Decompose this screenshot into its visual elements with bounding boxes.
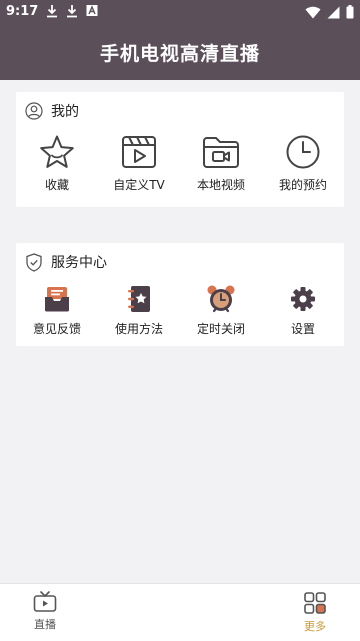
favorites-label: 收藏 bbox=[44, 178, 69, 192]
settings-button[interactable]: 设置 bbox=[262, 283, 344, 337]
nav-live-tab[interactable]: 直播 bbox=[15, 591, 75, 632]
grid-icon bbox=[304, 592, 326, 614]
favorites-button[interactable]: 收藏 bbox=[16, 134, 98, 193]
mine-header: 我的 bbox=[25, 101, 79, 121]
timer-off-button[interactable]: 定时关闭 bbox=[180, 283, 262, 337]
wifi-icon bbox=[305, 6, 321, 18]
status-time: 9:17 bbox=[6, 4, 39, 19]
my-reservations-button[interactable]: 我的预约 bbox=[262, 134, 344, 193]
service-title: 服务中心 bbox=[51, 255, 107, 271]
alarm-clock-icon bbox=[207, 285, 235, 313]
clapper-icon bbox=[122, 136, 156, 168]
clock-icon bbox=[286, 135, 320, 169]
settings-label: 设置 bbox=[290, 322, 315, 336]
folder-video-icon bbox=[203, 137, 239, 168]
mine-card: 我的 收藏 自定义TV 本地视频 我的预约 bbox=[16, 92, 344, 207]
a-icon bbox=[86, 5, 98, 16]
page-title: 手机电视高清直播 bbox=[99, 42, 260, 65]
service-card: 服务中心 意见反馈 使用方法 定时关闭 设置 bbox=[16, 243, 344, 346]
my-reservations-label: 我的预约 bbox=[278, 178, 327, 192]
bottom-nav: 直播 更多 bbox=[0, 583, 360, 641]
tv-icon bbox=[33, 591, 57, 612]
custom-tv-button[interactable]: 自定义TV bbox=[98, 134, 180, 193]
shield-check-icon bbox=[26, 252, 42, 272]
mine-title: 我的 bbox=[51, 104, 79, 120]
nav-more-tab[interactable]: 更多 bbox=[285, 591, 345, 634]
download-icon bbox=[67, 5, 77, 18]
star-icon bbox=[40, 135, 74, 168]
local-video-label: 本地视频 bbox=[196, 178, 245, 192]
status-bar: 9:17 bbox=[0, 0, 360, 24]
signal-icon bbox=[327, 6, 340, 18]
app-header: 手机电视高清直播 bbox=[0, 24, 360, 80]
custom-tv-label: 自定义TV bbox=[113, 178, 165, 192]
battery-icon bbox=[346, 5, 354, 19]
mailbox-icon bbox=[45, 287, 69, 312]
feedback-label: 意见反馈 bbox=[32, 322, 81, 336]
timer-off-label: 定时关闭 bbox=[196, 322, 245, 336]
nav-more-label: 更多 bbox=[304, 620, 326, 633]
user-icon bbox=[25, 102, 43, 120]
notebook-icon bbox=[128, 286, 150, 312]
usage-guide-label: 使用方法 bbox=[114, 322, 163, 336]
download-icon bbox=[47, 5, 57, 18]
local-video-button[interactable]: 本地视频 bbox=[180, 134, 262, 193]
gear-icon bbox=[291, 287, 315, 311]
service-header: 服务中心 bbox=[25, 252, 107, 272]
usage-guide-button[interactable]: 使用方法 bbox=[98, 283, 180, 337]
feedback-button[interactable]: 意见反馈 bbox=[16, 283, 98, 337]
nav-live-label: 直播 bbox=[34, 618, 56, 631]
